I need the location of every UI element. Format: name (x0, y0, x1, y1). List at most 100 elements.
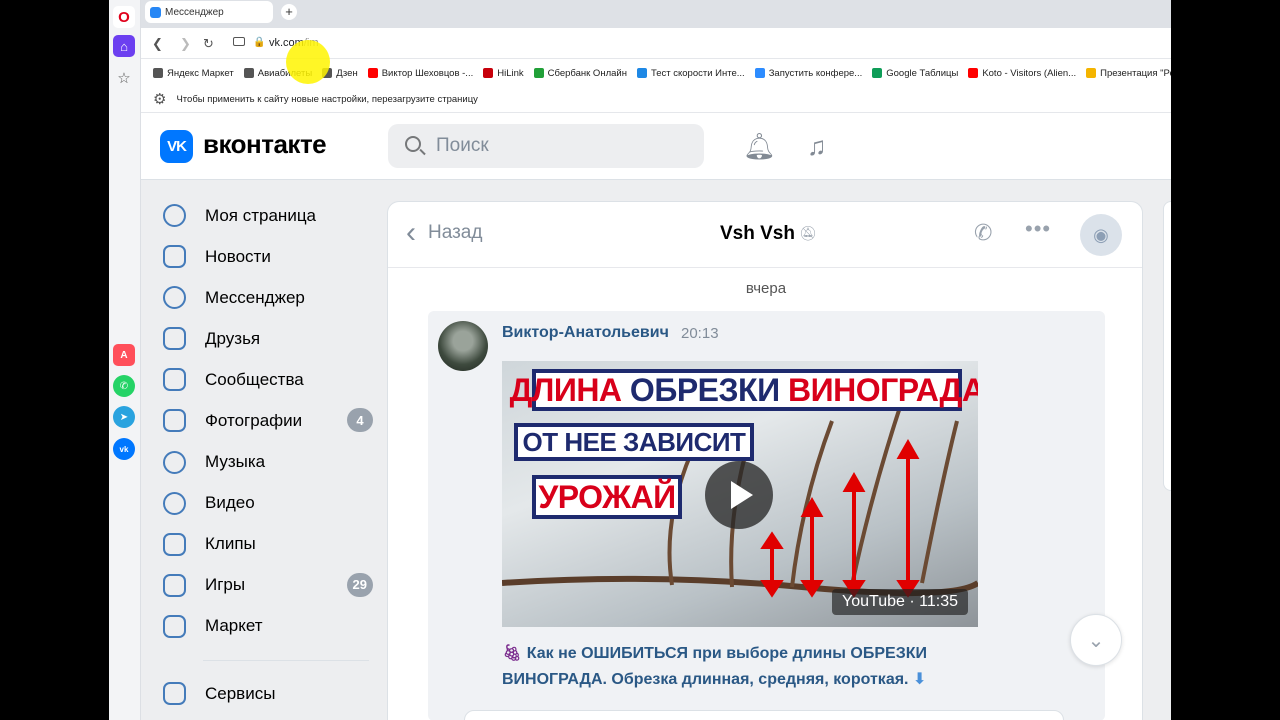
new-tab-button[interactable]: + (281, 4, 297, 20)
back-label: Назад (428, 222, 483, 243)
infobar-text: Чтобы применить к сайту новые настройки,… (176, 93, 478, 105)
nav-item-games[interactable]: Игры 29 (156, 565, 376, 606)
nav-item-profile[interactable]: Моя страница (156, 195, 376, 236)
cursor-highlight (286, 40, 330, 84)
bookmark-favicon-icon (533, 68, 544, 78)
aria-icon[interactable]: A (113, 344, 135, 366)
more-icon[interactable]: ••• (1025, 216, 1051, 242)
bookmark-item[interactable]: Яндекс Маркет (153, 68, 234, 79)
grapes-emoji-icon: 🍇︎ (502, 645, 523, 662)
nav-item-music[interactable]: Музыка (156, 442, 376, 483)
camera-placeholder-icon: ◉ (1093, 224, 1109, 245)
muted-bell-icon: 🔕︎ (799, 225, 817, 241)
bookmark-favicon-icon (968, 68, 979, 78)
nav-item-label: Моя страница (205, 205, 317, 225)
nav-item-label: Игры (205, 575, 246, 595)
search-icon (405, 136, 421, 152)
browser-window: O ⌂ ☆ A ✆ ➤ vk Мессенджер + ❮ ❯ ↻ 🔒 vk.c… (109, 0, 1171, 720)
market-icon (163, 614, 186, 638)
telegram-icon[interactable]: ➤ (113, 406, 135, 428)
nav-item-photos[interactable]: Фотографии 4 (156, 400, 376, 441)
nav-item-market[interactable]: Маркет (156, 606, 376, 647)
bookmark-item[interactable]: Запустить конфере... (754, 68, 862, 79)
opera-logo-icon[interactable]: O (113, 6, 135, 28)
bookmark-favicon-icon (243, 68, 254, 78)
bookmark-item[interactable]: Google Таблицы (872, 68, 958, 79)
phone-icon[interactable]: ✆ (974, 220, 992, 246)
message-time[interactable]: 20:13 (681, 325, 719, 342)
chat-title[interactable]: Vsh Vsh (720, 223, 795, 245)
back-arrow-icon[interactable]: ❮ (152, 36, 163, 52)
news-icon (163, 245, 186, 269)
nav-item-messenger[interactable]: Мессенджер (156, 277, 376, 318)
chat-panel: ‹ Назад Vsh Vsh 🔕︎ ✆ ••• ◉ вчера Виктор-… (387, 201, 1143, 720)
bookmark-label: Презентация "Ре... (1100, 67, 1171, 79)
nav-item-communities[interactable]: Сообщества (156, 359, 376, 400)
bookmark-item[interactable]: Презентация "Ре... (1086, 68, 1171, 79)
nav-item-label: Фотографии (205, 411, 303, 431)
home-icon[interactable]: ⌂ (113, 35, 135, 57)
bookmark-item[interactable]: Виктор Шеховцов -... (367, 67, 474, 79)
nav-item-news[interactable]: Новости (156, 236, 376, 277)
tab-messenger[interactable]: Мессенджер (145, 1, 273, 23)
nav-item-label: Видео (205, 493, 255, 513)
message-composer[interactable] (464, 710, 1064, 720)
banner-word-3: ВИНОГРАДА (787, 371, 978, 408)
search-input[interactable]: Поиск (388, 124, 704, 168)
bookmark-favicon-icon (153, 68, 163, 78)
bookmark-item[interactable]: HiLink (483, 67, 524, 79)
nav-item-clips[interactable]: Клипы (156, 524, 376, 565)
reload-infobar: ⚙ Чтобы применить к сайту новые настройк… (141, 86, 1171, 113)
bookmark-favicon-icon (483, 68, 494, 78)
nav-item-video[interactable]: Видео (156, 483, 376, 524)
counter-badge: 29 (346, 572, 373, 597)
video-attachment[interactable]: ДЛИНА ОБРЕЗКИ ВИНОГРАДА ОТ НЕЕ ЗАВИСИТ У… (502, 361, 978, 627)
bookmark-favicon-icon (872, 68, 883, 78)
nav-item-label: Маркет (205, 616, 263, 636)
nav-item-services[interactable]: Сервисы (156, 673, 376, 714)
tab-title: Мессенджер (165, 6, 224, 18)
message-text[interactable]: 🍇︎ Как не ОШИБИТЬСЯ при выборе длины ОБР… (502, 641, 972, 693)
counter-badge: 4 (347, 408, 373, 433)
bookmark-item[interactable]: Koto - Visitors (Alien... (968, 68, 1076, 79)
communities-icon (163, 368, 186, 392)
opera-sidebar: O ⌂ ☆ A ✆ ➤ vk (109, 0, 141, 720)
chat-avatar[interactable]: ◉ (1080, 214, 1122, 256)
camera-icon[interactable] (233, 37, 245, 46)
back-button[interactable]: ‹ Назад (406, 218, 483, 248)
vk-sidebar-icon[interactable]: vk (113, 438, 135, 460)
whatsapp-icon[interactable]: ✆ (113, 375, 135, 397)
music-note-icon[interactable]: ♫ (807, 131, 827, 162)
vk-logo[interactable]: VK (160, 130, 193, 163)
nav-item-label: Музыка (205, 452, 266, 472)
bookmarks-star-icon[interactable]: ☆ (113, 67, 135, 89)
bookmark-favicon-icon (367, 68, 378, 78)
lock-icon[interactable]: 🔒 (253, 37, 265, 48)
nav-item-label: Друзья (205, 328, 261, 348)
bookmark-label: Яндекс Маркет (167, 67, 234, 79)
nav-item-friends[interactable]: Друзья (156, 318, 376, 359)
search-placeholder: Поиск (436, 135, 489, 156)
bookmark-label: Google Таблицы (886, 67, 959, 79)
date-separator: вчера (745, 280, 787, 297)
play-button[interactable] (705, 461, 773, 529)
nav-item-label: Мессенджер (205, 287, 305, 307)
bookmark-item[interactable]: Сбербанк Онлайн (533, 68, 627, 79)
forward-arrow-icon[interactable]: ❯ (180, 36, 191, 52)
video-source-duration: YouTube · 11:35 (832, 589, 968, 615)
reload-icon[interactable]: ↻ (203, 36, 214, 52)
down-arrow-emoji-icon: ⬇ (912, 671, 927, 688)
nav-item-label: Клипы (205, 534, 256, 554)
message-author[interactable]: Виктор-Анатольевич (502, 324, 669, 342)
bookmark-item[interactable]: Тест скорости Инте... (636, 68, 745, 79)
avatar[interactable] (438, 321, 488, 371)
bookmark-label: Виктор Шеховцов -... (381, 67, 474, 79)
gear-icon: ⚙ (153, 91, 167, 108)
scroll-down-button[interactable]: ⌄ (1070, 614, 1122, 666)
bell-icon[interactable]: 🔔︎ (743, 131, 776, 162)
nav-item-label: Сообщества (205, 369, 304, 389)
bookmark-label: HiLink (497, 67, 524, 79)
vk-brand-name[interactable]: вконтакте (203, 129, 327, 160)
clips-icon (163, 532, 186, 556)
message: Виктор-Анатольевич 20:13 ДЛИНА ОБРЕЗКИ В… (428, 311, 1105, 720)
